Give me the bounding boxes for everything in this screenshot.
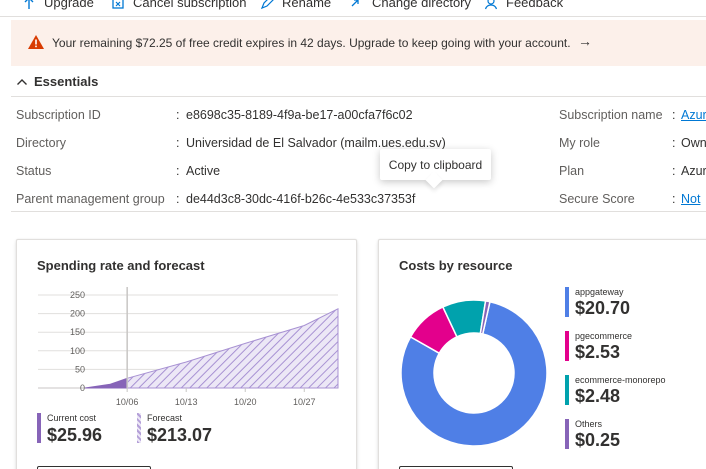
legend-value: $20.70: [575, 298, 631, 318]
subscription-name-link[interactable]: Azur: [681, 108, 706, 122]
costs-card-title: Costs by resource: [399, 258, 513, 273]
directory-label: Directory: [16, 136, 67, 150]
essentials-divider-top: [11, 96, 706, 97]
forecast-swatch: [137, 413, 141, 443]
secure-score-label: Secure Score: [559, 192, 635, 206]
cancel-subscription-label: Cancel subscription: [133, 0, 247, 10]
my-role-value: Own: [681, 136, 706, 150]
status-value: Active: [186, 164, 221, 178]
legend-item-appgateway: appgateway $20.70: [565, 287, 675, 321]
x-tick-label: 10/20: [234, 397, 257, 407]
colon: :: [672, 164, 676, 178]
legend-name: Others: [575, 419, 603, 429]
rename-button[interactable]: Rename: [260, 0, 331, 10]
chevron-up-icon: [17, 78, 27, 85]
change-directory-icon: [351, 0, 359, 6]
forecast-label: Forecast: [147, 413, 183, 423]
essentials-title: Essentials: [34, 74, 99, 89]
essentials-toggle[interactable]: Essentials: [16, 74, 98, 89]
feedback-label: Feedback: [506, 0, 564, 10]
colon: :: [176, 136, 180, 150]
y-tick-label: 0: [80, 383, 85, 393]
spending-card[interactable]: Spending rate and forecast 0 50 100 150 200 2…: [16, 239, 357, 469]
x-tick-label: 10/06: [116, 397, 139, 407]
y-tick-label: 100: [70, 346, 85, 356]
legend-swatch: [565, 375, 569, 405]
legend-name: appgateway: [575, 287, 624, 297]
status-label: Status: [16, 164, 52, 178]
x-tick-label: 10/13: [175, 397, 198, 407]
plan-value: Azur: [681, 164, 706, 178]
subscription-name-label: Subscription name: [559, 108, 663, 122]
my-role-label: My role: [559, 136, 600, 150]
colon: :: [672, 136, 676, 150]
copy-tooltip: Copy to clipboard: [380, 149, 491, 180]
rename-label: Rename: [282, 0, 332, 10]
banner-message: Your remaining $72.25 of free credit exp…: [52, 36, 571, 50]
cancel-subscription-icon: [112, 0, 124, 9]
legend-value: $2.48: [575, 386, 621, 406]
copy-tooltip-text: Copy to clipboard: [388, 157, 483, 172]
colon: :: [176, 192, 180, 206]
colon: :: [672, 108, 676, 122]
current-cost-swatch: [37, 413, 41, 443]
forecast-area: [126, 307, 339, 389]
plan-label: Plan: [559, 164, 585, 178]
legend-item-others: Others $0.25: [565, 419, 675, 453]
legend-swatch: [565, 419, 569, 449]
legend-swatch: [565, 287, 569, 317]
legend-item-pgecommerce: pgecommerce $2.53: [565, 331, 675, 365]
parent-management-group-label: Parent management group: [16, 192, 165, 206]
colon: :: [176, 108, 180, 122]
legend-name: ecommerce-monorepo: [575, 375, 666, 385]
directory-value: Universidad de El Salvador (mailm.ues.ed…: [186, 136, 446, 150]
y-tick-label: 200: [70, 309, 85, 319]
current-cost-label: Current cost: [47, 413, 97, 423]
legend-swatch: [565, 331, 569, 361]
feedback-button[interactable]: Feedback: [484, 0, 563, 10]
legend-value: $0.25: [575, 430, 621, 450]
colon: :: [672, 192, 676, 206]
secure-score-link[interactable]: Not: [681, 192, 700, 206]
subscription-id-value: e8698c35-8189-4f9a-be17-a00cfa7f6c02: [186, 108, 413, 122]
forecast-value: $213.07: [147, 425, 213, 445]
feedback-icon: [484, 0, 498, 9]
cancel-subscription-button[interactable]: Cancel subscription: [111, 0, 246, 10]
y-tick-label: 50: [75, 364, 85, 374]
warning-icon: [28, 35, 44, 49]
command-bar: Upgrade Cancel subscription Rename Chang…: [0, 0, 706, 15]
legend-value: $2.53: [575, 342, 621, 362]
spending-card-title: Spending rate and forecast: [37, 258, 205, 273]
y-tick-label: 250: [70, 290, 85, 300]
current-cost-value: $25.96: [47, 425, 103, 445]
upgrade-icon: [24, 0, 34, 9]
banner-arrow-icon[interactable]: →: [578, 33, 592, 49]
costs-card[interactable]: Costs by resource appgateway $20.70 pgec…: [378, 239, 706, 469]
toolbar-divider: [0, 16, 706, 17]
credit-warning-banner: Your remaining $72.25 of free credit exp…: [11, 20, 706, 66]
y-tick-label: 150: [70, 327, 85, 337]
costs-donut-chart: [400, 299, 548, 447]
colon: :: [176, 164, 180, 178]
subscription-id-label: Subscription ID: [16, 108, 101, 122]
parent-management-group-value: de44d3c8-30dc-416f-b26c-4e533c37353f: [186, 192, 416, 206]
x-tick-label: 10/27: [293, 397, 316, 407]
current-cost-area: [84, 377, 128, 389]
spending-chart: 0 50 100 150 200 250 10/06 10/13 10/20 10/27: [38, 287, 339, 407]
legend-name: pgecommerce: [575, 331, 633, 341]
legend-item-ecommerce-monorepo: ecommerce-monorepo $2.48: [565, 375, 675, 409]
change-directory-label: Change directory: [372, 0, 471, 10]
rename-icon: [260, 0, 274, 9]
essentials-divider-bottom: [11, 211, 706, 212]
change-directory-button[interactable]: Change directory: [350, 0, 471, 10]
upgrade-label: Upgrade: [44, 0, 94, 10]
upgrade-button[interactable]: Upgrade: [22, 0, 94, 10]
